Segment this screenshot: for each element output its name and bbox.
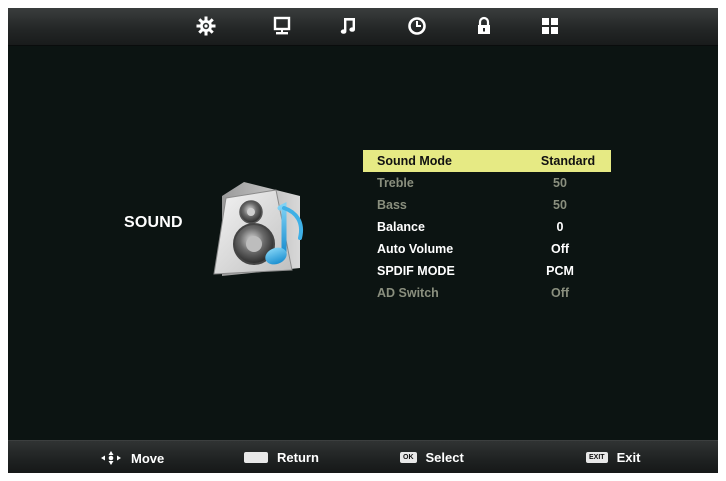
- menu-item-spdif-mode[interactable]: SPDIF MODE PCM: [363, 260, 611, 282]
- menu-item-label: Treble: [377, 176, 414, 190]
- hint-move-label: Move: [131, 450, 165, 466]
- menu-item-ad-switch[interactable]: AD Switch Off: [363, 282, 611, 304]
- lock-icon: [474, 16, 494, 36]
- menu-item-value: 50: [553, 176, 567, 190]
- menu-item-sound-mode[interactable]: Sound Mode Standard: [363, 150, 611, 172]
- hint-exit-label: Exit: [616, 450, 641, 465]
- menu-item-value: 0: [556, 220, 564, 234]
- menu-item-balance[interactable]: Balance 0: [363, 216, 611, 238]
- menu-item-label: Auto Volume: [377, 242, 454, 256]
- menu-item-value: Off: [550, 242, 570, 256]
- section-title: SOUND: [124, 214, 183, 231]
- menu-item-label: Balance: [377, 220, 425, 234]
- tv-menu-screen: SOUND Sound Mode Standard Treble 50 Bass…: [8, 8, 718, 473]
- clock-icon: [407, 16, 427, 36]
- music-note-icon: [339, 16, 359, 36]
- menu-item-value: Off: [550, 286, 570, 300]
- menu-tab-bar: [8, 8, 718, 46]
- menu-item-label: Sound Mode: [377, 154, 452, 168]
- menu-item-label: SPDIF MODE: [377, 264, 455, 278]
- help-bar: Move Return OK Select EXIT Exit: [8, 440, 718, 473]
- tab-picture[interactable]: [265, 11, 299, 41]
- hint-exit: EXIT Exit: [586, 450, 640, 465]
- menu-item-value: 50: [553, 198, 567, 212]
- tab-time[interactable]: [400, 11, 434, 41]
- hint-select: OK Select: [400, 450, 464, 465]
- menu-item-bass[interactable]: Bass 50: [363, 194, 611, 216]
- ok-key-icon: OK: [400, 452, 417, 463]
- menu-item-auto-volume[interactable]: Auto Volume Off: [363, 238, 611, 260]
- tab-settings[interactable]: [189, 11, 223, 41]
- menu-item-value: Standard: [540, 154, 596, 168]
- monitor-icon: [272, 16, 292, 36]
- menu-item-label: AD Switch: [377, 286, 439, 300]
- hint-move: Move: [100, 450, 164, 466]
- tab-lock[interactable]: [467, 11, 501, 41]
- return-key-icon: [244, 452, 268, 463]
- hint-select-label: Select: [425, 450, 464, 465]
- tab-setup[interactable]: [533, 11, 567, 41]
- dpad-icon: [100, 450, 122, 466]
- menu-item-treble[interactable]: Treble 50: [363, 172, 611, 194]
- gear-icon: [196, 16, 216, 36]
- menu-item-value: PCM: [546, 264, 574, 278]
- speaker-note-icon: [204, 178, 314, 283]
- tab-sound[interactable]: [332, 11, 366, 41]
- grid-icon: [540, 16, 560, 36]
- sound-menu: Sound Mode Standard Treble 50 Bass 50 Ba…: [363, 150, 611, 304]
- menu-item-label: Bass: [377, 198, 407, 212]
- hint-return-label: Return: [277, 450, 319, 465]
- exit-key-icon: EXIT: [586, 452, 608, 463]
- hint-return: Return: [244, 450, 319, 465]
